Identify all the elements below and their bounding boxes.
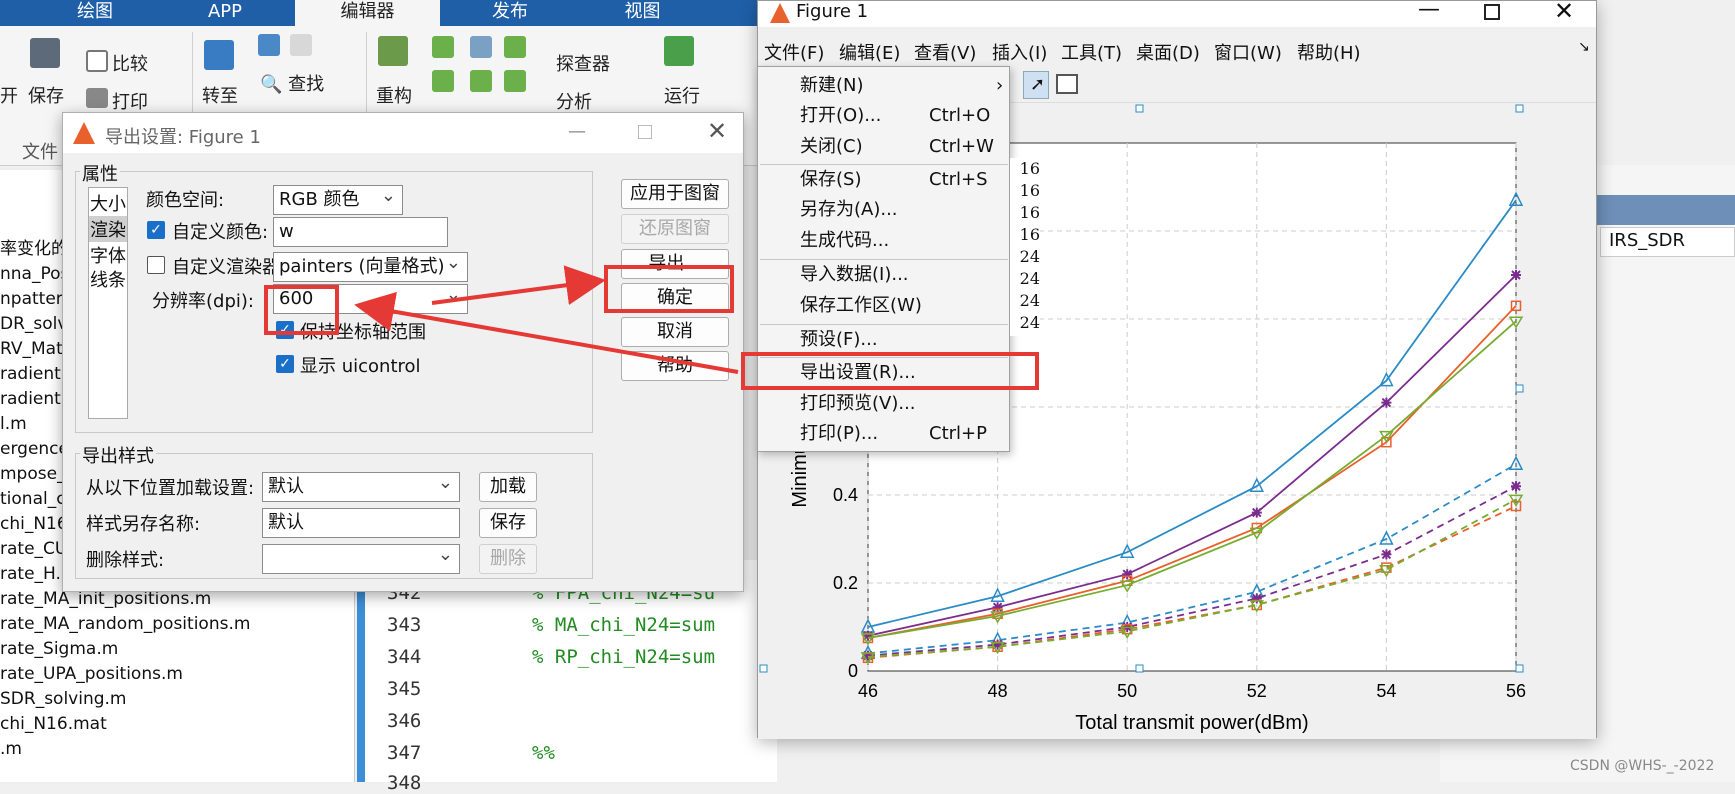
annotation-arrows bbox=[354, 265, 739, 374]
watermark: CSDN @WHS-_-2022 bbox=[1570, 758, 1715, 774]
arrow-to-dpi bbox=[354, 291, 739, 374]
arrow-to-export bbox=[431, 265, 606, 306]
